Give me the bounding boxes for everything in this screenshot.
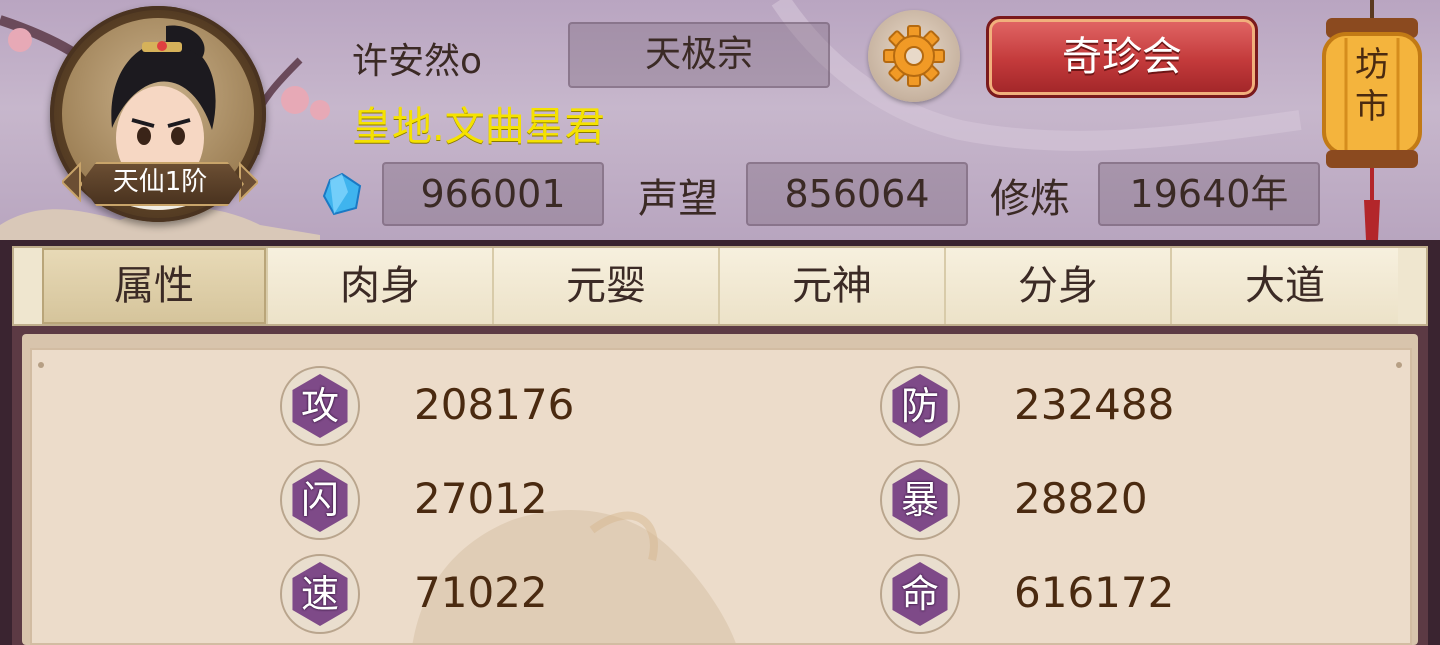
settings-button[interactable] [868, 10, 960, 102]
speed-icon: 速 [280, 554, 360, 634]
character-watermark [412, 510, 736, 643]
rank-label: 天仙1阶 [112, 167, 208, 197]
tab-spirit[interactable]: 元神 [720, 248, 946, 324]
attributes-panel: 攻 208176 防 232488 闪 27012 暴 28820 速 7102… [30, 348, 1412, 645]
health-icon: 命 [880, 554, 960, 634]
treasure-auction-button[interactable]: 奇珍会 [986, 16, 1258, 98]
attack-value: 208176 [414, 380, 575, 429]
tab-body[interactable]: 肉身 [268, 248, 494, 324]
rank-badge: 天仙1阶 [62, 158, 258, 206]
player-title: 皇地.文曲星君 [352, 104, 605, 150]
speed-value: 71022 [414, 568, 548, 617]
reputation-value: 856064 [746, 162, 968, 226]
tab-great-dao[interactable]: 大道 [1172, 248, 1398, 324]
sect-name[interactable]: 天极宗 [568, 22, 830, 88]
dodge-value: 27012 [414, 474, 548, 523]
defense-icon: 防 [880, 366, 960, 446]
tab-attributes[interactable]: 属性 [42, 248, 268, 324]
player-name: 许安然o [352, 41, 483, 82]
tab-avatar-clone[interactable]: 分身 [946, 248, 1172, 324]
reputation-label: 声望 [638, 176, 718, 222]
defense-value: 232488 [1014, 380, 1175, 429]
critical-icon: 暴 [880, 460, 960, 540]
spirit-stone-icon [322, 172, 362, 216]
cultivation-label: 修炼 [990, 176, 1070, 222]
market-label: 坊市 [1355, 45, 1389, 127]
cultivation-value: 19640年 [1098, 162, 1320, 226]
treasure-auction-label: 奇珍会 [1062, 34, 1182, 80]
market-lantern-button[interactable]: 坊市 [1318, 0, 1426, 240]
tab-bar: 属性 肉身 元婴 元神 分身 大道 [12, 246, 1428, 326]
critical-value: 28820 [1014, 474, 1148, 523]
dodge-icon: 闪 [280, 460, 360, 540]
tab-nascent-soul[interactable]: 元婴 [494, 248, 720, 324]
spirit-stone-value: 966001 [382, 162, 604, 226]
gear-icon [883, 25, 945, 87]
top-header: 天仙1阶 许安然o 天极宗 皇地.文曲星君 奇珍会 坊市 966001 声望 8… [0, 0, 1440, 240]
attack-icon: 攻 [280, 366, 360, 446]
health-value: 616172 [1014, 568, 1175, 617]
